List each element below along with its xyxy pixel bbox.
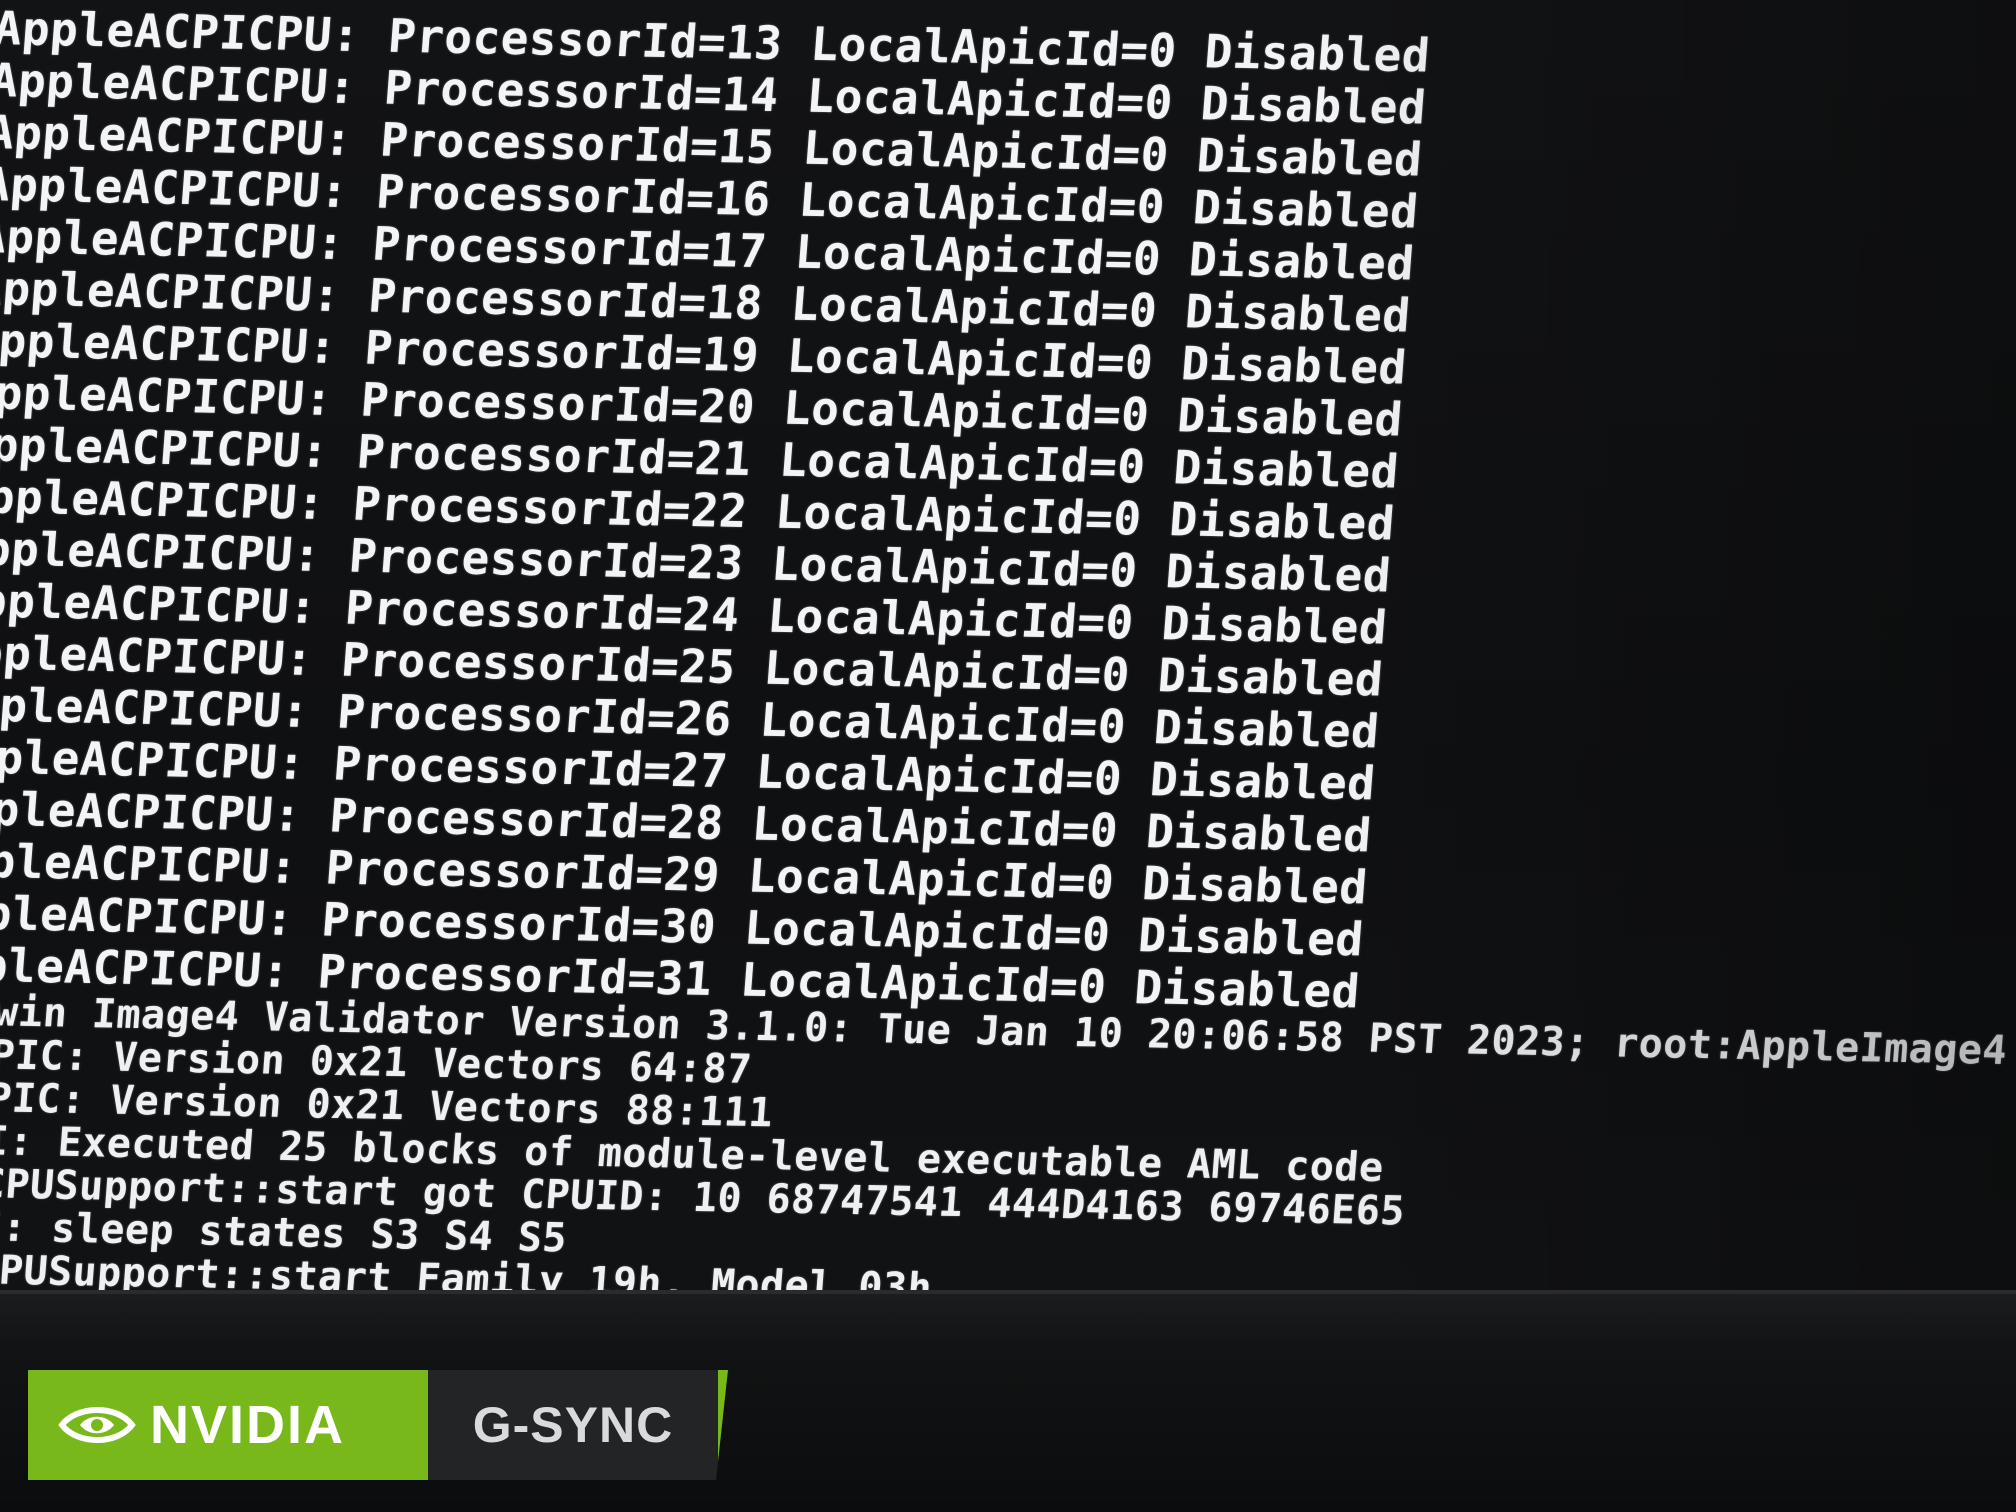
photo-stage: AppleACPICPU: ProcessorId=13 LocalApicId… <box>0 0 2016 1512</box>
nvidia-gsync-badge: NVIDIA G-SYNC <box>28 1370 728 1480</box>
monitor-bezel: NVIDIA G-SYNC <box>0 1290 2016 1512</box>
nvidia-eye-icon <box>58 1407 136 1443</box>
nvidia-label: NVIDIA <box>150 1395 346 1455</box>
monitor-screen: AppleACPICPU: ProcessorId=13 LocalApicId… <box>0 0 2016 1295</box>
gsync-label: G-SYNC <box>472 1397 674 1453</box>
gsync-badge: G-SYNC <box>428 1370 728 1480</box>
nvidia-badge: NVIDIA <box>28 1370 428 1480</box>
boot-console: AppleACPICPU: ProcessorId=13 LocalApicId… <box>0 1 2016 1295</box>
